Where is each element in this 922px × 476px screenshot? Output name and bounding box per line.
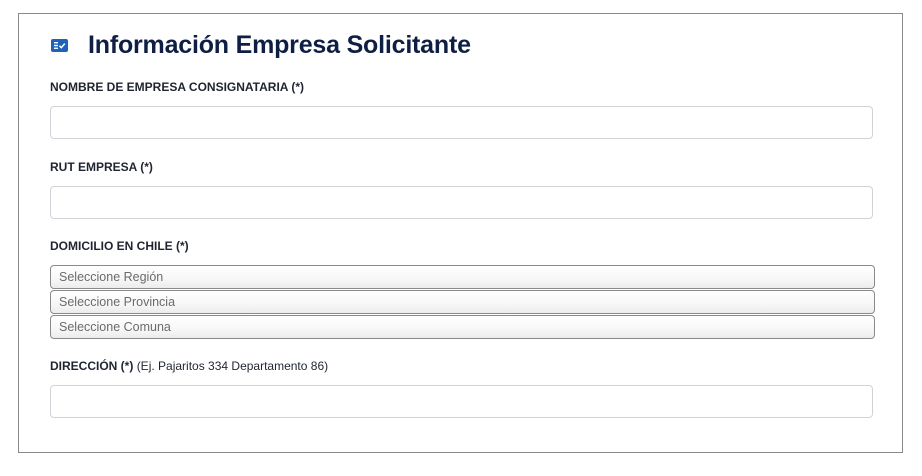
company-name-input[interactable] [50,106,873,139]
domicile-label: DOMICILIO EN CHILE (*) [50,239,189,253]
address-hint: (Ej. Pajaritos 334 Departamento 86) [136,359,329,373]
address-input[interactable] [50,385,873,418]
commune-select[interactable]: Seleccione Comuna [50,315,875,339]
address-label-text: DIRECCIÓN (*) [50,359,134,373]
rut-input[interactable] [50,186,873,219]
form-checklist-icon [51,39,68,52]
province-select[interactable]: Seleccione Provincia [50,290,875,314]
company-name-label: NOMBRE DE EMPRESA CONSIGNATARIA (*) [50,80,305,94]
company-info-panel: Información Empresa Solicitante NOMBRE D… [18,13,903,453]
address-label: DIRECCIÓN (*) (Ej. Pajaritos 334 Departa… [50,359,328,373]
section-header: Información Empresa Solicitante [51,31,471,60]
page-title: Información Empresa Solicitante [88,31,471,59]
province-select-value: Seleccione Provincia [59,295,176,309]
region-select[interactable]: Seleccione Región [50,265,875,289]
rut-label: RUT EMPRESA (*) [50,160,153,174]
commune-select-value: Seleccione Comuna [59,320,171,334]
region-select-value: Seleccione Región [59,270,164,284]
